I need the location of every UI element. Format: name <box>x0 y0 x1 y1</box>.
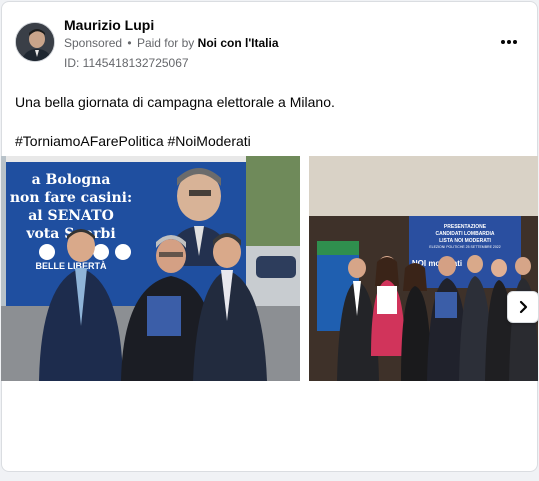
more-options-button[interactable] <box>497 32 521 52</box>
billboard-line-2: non fare casini: <box>10 190 132 206</box>
billboard-line-3: al SENATO <box>28 208 114 224</box>
photo-2-image: PRESENTAZIONE CANDIDATI LOMBARDIA LISTA … <box>309 156 538 381</box>
more-horizontal-icon <box>501 40 505 44</box>
author-avatar[interactable] <box>15 22 55 62</box>
avatar-portrait-image <box>16 23 54 61</box>
post-photo-2[interactable]: PRESENTAZIONE CANDIDATI LOMBARDIA LISTA … <box>309 156 538 381</box>
sponsored-label: Sponsored <box>64 36 123 50</box>
billboard-footer: BELLE LIBERTÀ <box>36 261 107 271</box>
chevron-right-icon <box>519 300 528 314</box>
screen-line-2: CANDIDATI LOMBARDIA <box>435 231 494 237</box>
billboard-line-1: a Bologna <box>32 172 111 188</box>
meta-separator: • <box>127 36 132 50</box>
sponsored-meta: Sponsored • Paid for by Noi con l'Italia <box>64 36 279 50</box>
carousel-next-button[interactable] <box>507 291 539 323</box>
post-hashtags[interactable]: #TorniamoAFarePolitica #NoiModerati <box>15 133 251 149</box>
post-photo-1[interactable]: a Bologna non fare casini: al SENATO vot… <box>1 156 300 381</box>
post-text: Una bella giornata di campagna elettoral… <box>15 94 335 110</box>
photo-1-image: a Bologna non fare casini: al SENATO vot… <box>1 156 300 381</box>
screen-line-1: PRESENTAZIONE <box>444 224 487 230</box>
ad-id: ID: 1145418132725067 <box>64 56 189 70</box>
screen-line-3: LISTA NOI MODERATI <box>439 238 491 244</box>
paid-for-by-link[interactable]: Noi con l'Italia <box>198 36 279 50</box>
paid-for-prefix: Paid for by <box>136 36 195 50</box>
author-name[interactable]: Maurizio Lupi <box>64 17 154 33</box>
screen-line-4: ELEZIONI POLITICHE 25 SETTEMBRE 2022 <box>429 245 500 249</box>
